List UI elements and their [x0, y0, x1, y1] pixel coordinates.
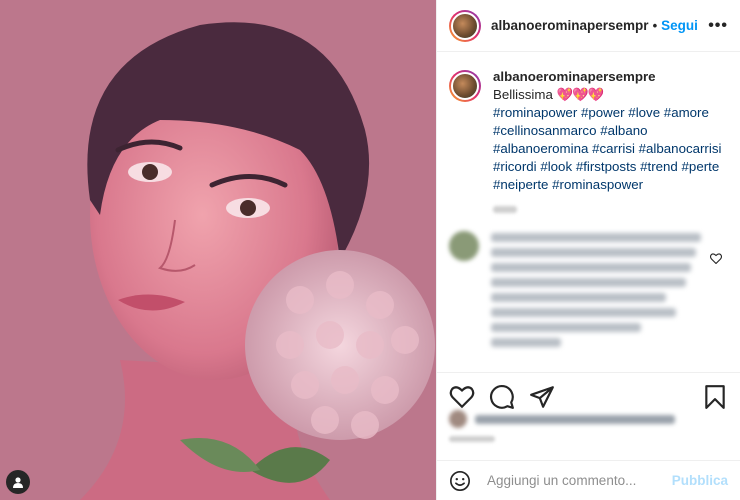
- post-header: albanoerominapersempr • Segui •••: [437, 0, 740, 52]
- caption-body: Bellissima: [493, 87, 553, 102]
- heart-icon[interactable]: [449, 384, 475, 410]
- emoji-icon[interactable]: [449, 470, 471, 492]
- header-separator: •: [652, 18, 658, 33]
- share-icon[interactable]: [529, 384, 555, 410]
- hashtag-link[interactable]: #look: [540, 159, 572, 174]
- liker-avatar: [449, 410, 467, 428]
- instagram-post: albanoerominapersempr • Segui ••• albano…: [0, 0, 740, 500]
- hashtag-link[interactable]: #cellinosanmarco: [493, 123, 596, 138]
- hashtag-link[interactable]: #trend: [640, 159, 678, 174]
- hashtag-link[interactable]: #neiperte: [493, 177, 548, 192]
- follow-button[interactable]: Segui: [661, 18, 698, 33]
- add-comment-bar: Pubblica: [437, 460, 740, 500]
- comment-like-icon[interactable]: [709, 253, 723, 267]
- caption-avatar[interactable]: [449, 70, 481, 102]
- user-icon: [13, 477, 23, 488]
- portrait-image: [0, 0, 436, 500]
- post-caption: albanoerominapersempre Bellissima 💖💖💖 #r…: [437, 52, 740, 213]
- post-sidebar: albanoerominapersempr • Segui ••• albano…: [436, 0, 740, 500]
- author-avatar[interactable]: [449, 9, 481, 42]
- caption-text: albanoerominapersempre Bellissima 💖💖💖 #r…: [493, 68, 728, 213]
- post-date-blurred: [449, 436, 495, 442]
- hashtag-link[interactable]: #rominapower: [493, 105, 577, 120]
- tagged-user-icon[interactable]: [6, 470, 30, 494]
- more-options-button[interactable]: •••: [708, 17, 728, 35]
- caption-time: [493, 206, 517, 213]
- post-photo[interactable]: [0, 0, 436, 500]
- publish-button[interactable]: Pubblica: [672, 473, 728, 488]
- author-username[interactable]: albanoerominapersempr: [491, 18, 649, 33]
- bookmark-icon[interactable]: [702, 384, 728, 410]
- hashtag-link[interactable]: #love: [628, 105, 660, 120]
- hashtag-link[interactable]: #perte: [682, 159, 720, 174]
- hashtag-link[interactable]: #amore: [664, 105, 709, 120]
- hashtag-list: #rominapower #power #love #amore #cellin…: [493, 105, 721, 192]
- caption-emoji: 💖💖💖: [556, 87, 605, 102]
- comment-item: [437, 213, 740, 353]
- likes-text-blurred: [475, 414, 675, 424]
- comment-text-blurred: [491, 227, 701, 353]
- hashtag-link[interactable]: #power: [581, 105, 625, 120]
- comment-input[interactable]: [485, 472, 672, 489]
- hashtag-link[interactable]: #albanocarrisi: [639, 141, 722, 156]
- comment-icon[interactable]: [489, 384, 515, 410]
- hashtag-link[interactable]: #carrisi: [592, 141, 635, 156]
- hashtag-link[interactable]: #ricordi: [493, 159, 537, 174]
- hashtag-link[interactable]: #firstposts: [576, 159, 637, 174]
- commenter-avatar[interactable]: [449, 231, 479, 261]
- caption-username[interactable]: albanoerominapersempre: [493, 68, 728, 86]
- hashtag-link[interactable]: #albanoeromina: [493, 141, 588, 156]
- hashtag-link[interactable]: #rominaspower: [552, 177, 643, 192]
- hashtag-link[interactable]: #albano: [600, 123, 647, 138]
- likes-summary-blurred[interactable]: [449, 410, 675, 428]
